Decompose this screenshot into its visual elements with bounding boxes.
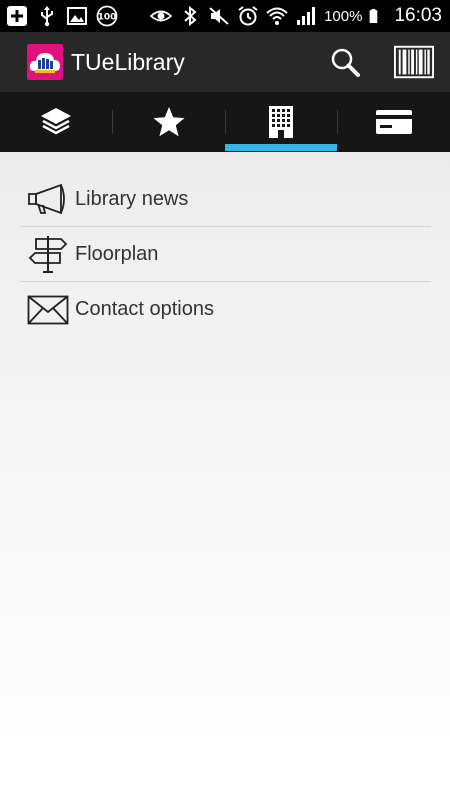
status-bar: 100 100% 16:03 <box>0 0 450 32</box>
star-icon <box>153 107 185 137</box>
action-bar: TUeLibrary <box>0 32 450 92</box>
alarm-icon <box>238 6 258 26</box>
add-icon <box>7 6 27 26</box>
search-icon <box>331 48 360 77</box>
menu-item-floorplan[interactable]: Floorplan <box>20 227 431 282</box>
wifi-icon <box>266 7 288 25</box>
search-button[interactable] <box>325 42 365 82</box>
image-icon <box>67 7 87 25</box>
eye-icon <box>150 10 173 22</box>
usb-icon <box>41 6 53 27</box>
menu-item-library-news[interactable]: Library news <box>20 172 431 227</box>
clock: 16:03 <box>394 5 442 26</box>
layers-icon <box>41 108 71 135</box>
tab-card[interactable] <box>338 92 450 152</box>
100-badge-icon: 100 <box>96 5 118 27</box>
library-cloud-icon <box>29 53 60 73</box>
app-logo[interactable] <box>27 44 63 80</box>
tab-layers[interactable] <box>0 92 112 152</box>
tab-bar <box>0 92 450 152</box>
battery-icon <box>370 9 378 23</box>
main-content: Library news Floorplan Contact options <box>0 152 450 800</box>
signpost-icon <box>28 236 68 273</box>
card-icon <box>376 110 412 134</box>
menu-item-label: Contact options <box>75 298 214 320</box>
svg-text:100: 100 <box>98 13 117 23</box>
menu-item-contact-options[interactable]: Contact options <box>20 282 431 337</box>
battery-percent: 100% <box>324 7 363 25</box>
selected-tab-indicator <box>225 144 337 151</box>
envelope-icon <box>27 295 69 324</box>
menu-item-label: Floorplan <box>75 242 159 265</box>
tab-favorites[interactable] <box>113 92 225 152</box>
app-title: TUeLibrary <box>71 49 185 75</box>
mute-icon <box>209 7 229 25</box>
megaphone-icon <box>28 183 65 215</box>
menu-list: Library news Floorplan Contact options <box>20 172 431 337</box>
building-icon <box>269 106 293 138</box>
signal-icon <box>297 7 316 25</box>
menu-item-label: Library news <box>75 187 189 210</box>
barcode-scan-button[interactable] <box>394 42 434 82</box>
bluetooth-icon <box>184 5 197 27</box>
tab-building[interactable] <box>225 92 337 152</box>
barcode-icon <box>394 45 434 79</box>
